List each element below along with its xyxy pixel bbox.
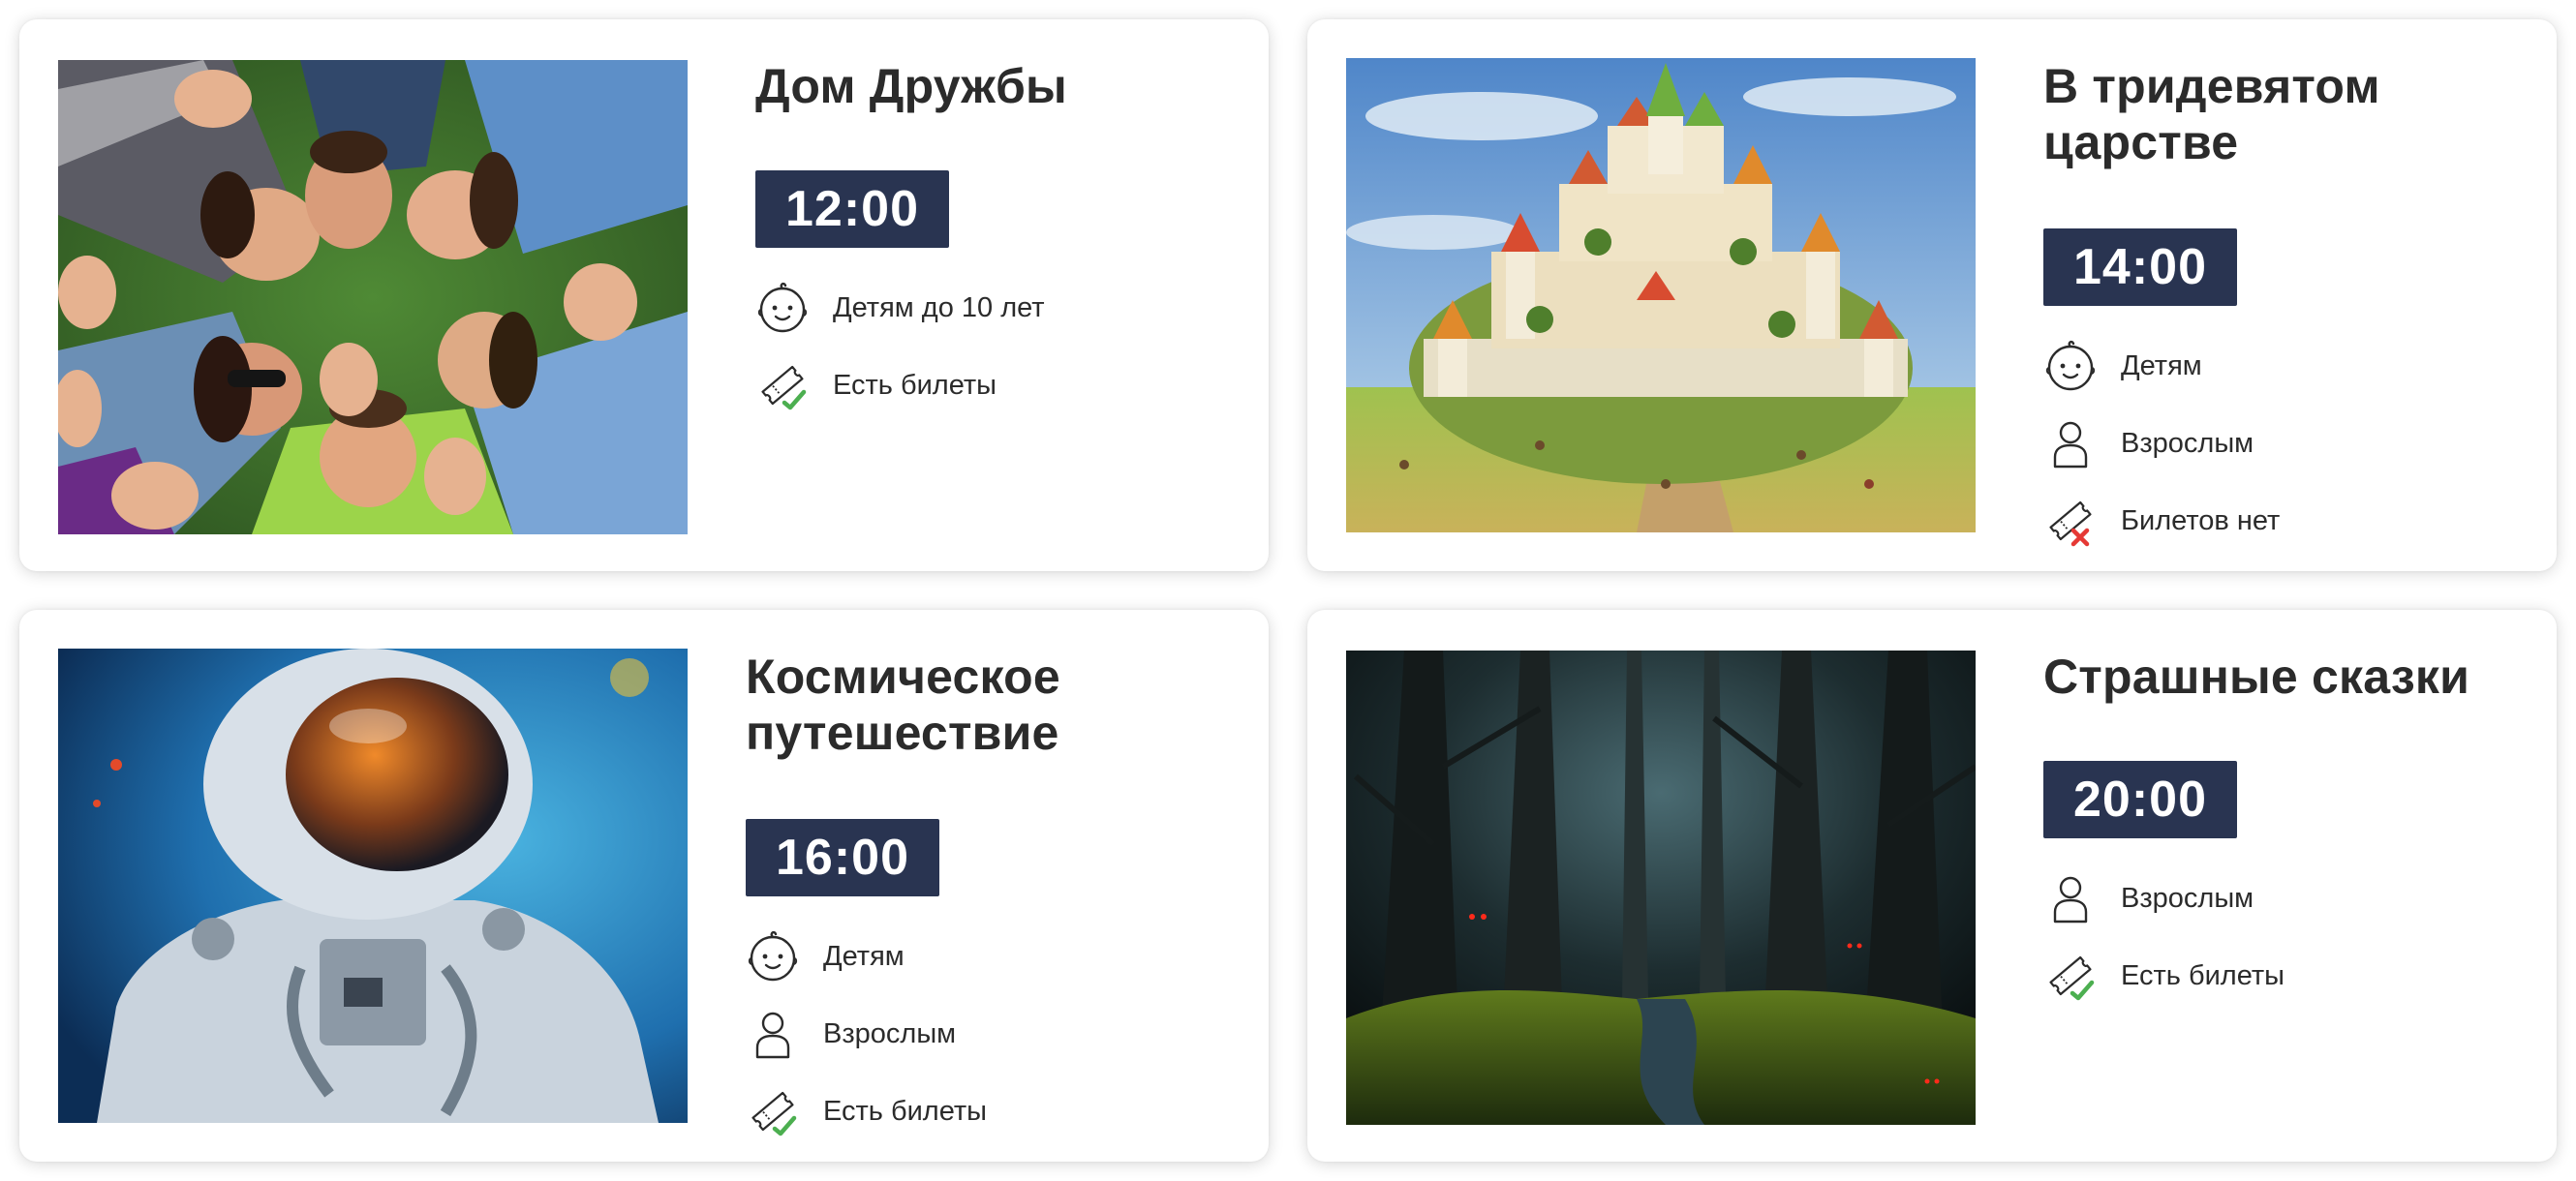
event-time-badge[interactable]: 14:00 xyxy=(2043,228,2237,306)
event-title: Космическое путешествие xyxy=(746,650,1060,760)
feature-tickets: Есть билеты xyxy=(746,1073,1269,1150)
feature-tickets: Билетов нет xyxy=(2043,482,2557,560)
event-image-forest[interactable] xyxy=(1346,651,1976,1125)
baby-face-icon xyxy=(746,929,800,984)
ticket-available-icon xyxy=(2043,949,2098,1003)
event-image-astronaut[interactable] xyxy=(58,649,688,1123)
dark-forest-illustration xyxy=(1346,651,1976,1125)
event-time-badge[interactable]: 12:00 xyxy=(755,170,949,248)
event-time-badge[interactable]: 20:00 xyxy=(2043,761,2237,838)
castle-illustration xyxy=(1346,58,1976,532)
feature-label: Детям xyxy=(823,940,905,972)
event-card[interactable]: Дом Дружбы 12:00 Детям до 10 лет Есть би… xyxy=(19,19,1269,571)
feature-label: Детям xyxy=(2121,349,2202,381)
astronaut-illustration xyxy=(58,649,688,1123)
feature-age: Детям до 10 лет xyxy=(755,269,1269,347)
feature-label: Взрослым xyxy=(2121,882,2254,914)
baby-face-icon xyxy=(2043,339,2098,393)
event-title: Дом Дружбы xyxy=(755,59,1067,113)
event-title: В тридевятом царстве xyxy=(2043,59,2380,169)
feature-adults: Взрослым xyxy=(746,995,1269,1073)
ticket-available-icon xyxy=(755,358,810,412)
feature-label: Билетов нет xyxy=(2121,504,2281,536)
event-image-friends[interactable] xyxy=(58,60,688,534)
ticket-available-icon xyxy=(746,1084,800,1138)
feature-label: Взрослым xyxy=(823,1017,957,1049)
baby-face-icon xyxy=(755,281,810,335)
feature-label: Взрослым xyxy=(2121,427,2254,459)
feature-label: Есть билеты xyxy=(2121,959,2285,991)
feature-kids: Детям xyxy=(2043,327,2557,405)
event-image-castle[interactable] xyxy=(1346,58,1976,532)
adult-person-icon xyxy=(2043,416,2098,470)
feature-tickets: Есть билеты xyxy=(755,347,1269,424)
feature-tickets: Есть билеты xyxy=(2043,937,2557,1014)
feature-adults: Взрослым xyxy=(2043,860,2557,937)
feature-label: Детям до 10 лет xyxy=(833,291,1045,323)
ticket-unavailable-icon xyxy=(2043,494,2098,548)
adult-person-icon xyxy=(746,1007,800,1061)
friends-photo-illustration xyxy=(58,60,688,534)
feature-label: Есть билеты xyxy=(823,1095,987,1127)
event-card[interactable]: Страшные сказки 20:00 Взрослым Есть биле… xyxy=(1307,610,2557,1162)
feature-adults: Взрослым xyxy=(2043,405,2557,482)
event-time-badge[interactable]: 16:00 xyxy=(746,819,939,896)
event-card[interactable]: В тридевятом царстве 14:00 Детям Взрослы… xyxy=(1307,19,2557,571)
feature-kids: Детям xyxy=(746,918,1269,995)
adult-person-icon xyxy=(2043,871,2098,925)
event-card[interactable]: Космическое путешествие 16:00 Детям Взро… xyxy=(19,610,1269,1162)
event-title: Страшные сказки xyxy=(2043,650,2470,704)
feature-label: Есть билеты xyxy=(833,369,997,401)
